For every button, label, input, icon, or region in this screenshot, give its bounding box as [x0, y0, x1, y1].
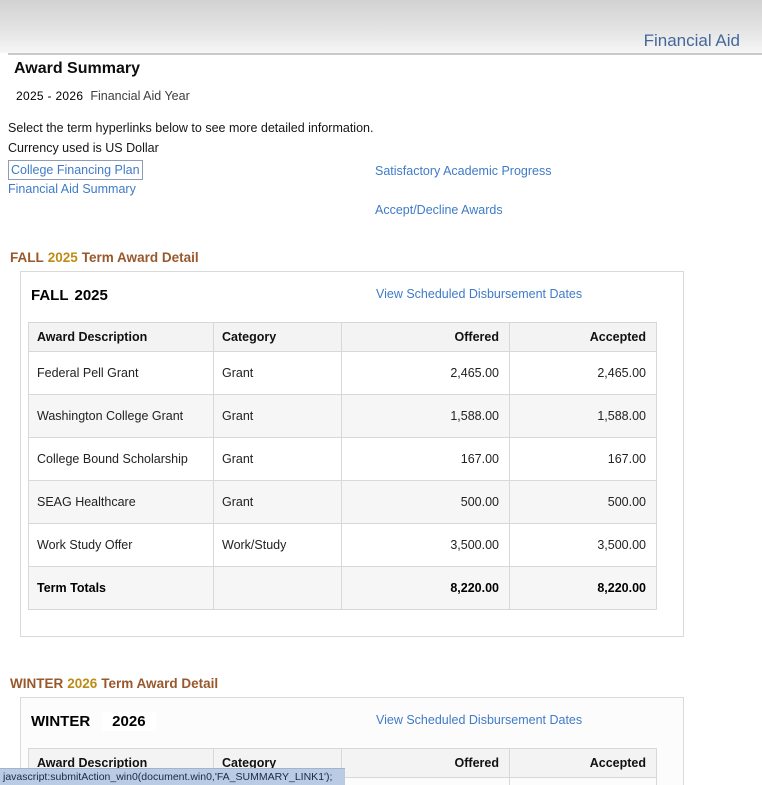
fall-panel-term: FALL	[31, 287, 69, 304]
col-award-description: Award Description	[29, 323, 214, 352]
offered-cell: 500.00	[342, 481, 510, 524]
offered-cell: 3,500.00	[342, 524, 510, 567]
aid-year-value: 2025 - 2026	[16, 89, 83, 103]
col-offered: Offered	[342, 749, 510, 778]
term-totals-row: Term Totals 8,220.00 8,220.00	[29, 567, 657, 610]
accepted-cell: 2,465.00	[510, 352, 657, 395]
col-offered: Offered	[342, 323, 510, 352]
offered-cell: 2,465.00	[342, 352, 510, 395]
category-cell: Grant	[214, 438, 342, 481]
winter-section-heading: WINTER 2026 Term Award Detail	[10, 676, 218, 691]
offered-cell: 167.00	[342, 438, 510, 481]
accepted-cell: 500.00	[510, 481, 657, 524]
award-description-cell: Work Study Offer	[29, 524, 214, 567]
col-accepted: Accepted	[510, 749, 657, 778]
category-cell: Grant	[214, 352, 342, 395]
term-totals-accepted: 8,220.00	[510, 567, 657, 610]
fall-section-heading: FALL 2025 Term Award Detail	[10, 250, 199, 265]
app-title: Financial Aid	[644, 31, 740, 51]
fall-panel-title-row: FALL 2025 View Scheduled Disbursement Dat…	[21, 272, 683, 309]
fall-year-label: 2025	[48, 250, 78, 265]
term-totals-label: Term Totals	[29, 567, 214, 610]
accepted-cell: 167.00	[510, 438, 657, 481]
fall-panel-year: 2025	[75, 287, 108, 304]
category-cell: Grant	[214, 481, 342, 524]
term-totals-category	[214, 567, 342, 610]
winter-heading-suffix: Term Award Detail	[101, 676, 218, 691]
winter-year-label: 2026	[67, 676, 97, 691]
award-description-cell: College Bound Scholarship	[29, 438, 214, 481]
term-totals-offered: 8,220.00	[342, 567, 510, 610]
satisfactory-academic-progress-link[interactable]: Satisfactory Academic Progress	[375, 164, 551, 178]
award-summary-screen: Financial Aid Award Summary 2025 - 2026 F…	[0, 0, 762, 785]
college-financing-plan-link[interactable]: College Financing Plan	[11, 163, 140, 177]
fall-heading-suffix: Term Award Detail	[82, 250, 199, 265]
category-cell: Work/Study	[214, 524, 342, 567]
aid-year-line: 2025 - 2026 Financial Aid Year	[16, 89, 190, 103]
winter-panel-term: WINTER	[31, 713, 90, 730]
accepted-cell: 3,500.00	[510, 524, 657, 567]
left-links-group: College Financing Plan Financial Aid Sum…	[8, 160, 143, 198]
table-row: College Bound Scholarship Grant 167.00 1…	[29, 438, 657, 481]
col-category: Category	[214, 323, 342, 352]
table-row: Washington College Grant Grant 1,588.00 …	[29, 395, 657, 438]
award-description-cell: SEAG Healthcare	[29, 481, 214, 524]
accept-decline-awards-link[interactable]: Accept/Decline Awards	[375, 203, 503, 217]
offered-cell: 1,588.00	[342, 395, 510, 438]
winter-panel-year: 2026	[102, 712, 155, 731]
fall-term-panel: FALL 2025 View Scheduled Disbursement Dat…	[20, 271, 684, 637]
header-divider	[8, 53, 762, 55]
offered-cell	[342, 778, 510, 785]
award-description-cell: Washington College Grant	[29, 395, 214, 438]
fall-awards-table: Award Description Category Offered Accep…	[28, 322, 657, 610]
table-row: Federal Pell Grant Grant 2,465.00 2,465.…	[29, 352, 657, 395]
fall-view-disbursement-dates-link[interactable]: View Scheduled Disbursement Dates	[376, 287, 582, 301]
winter-view-disbursement-dates-link[interactable]: View Scheduled Disbursement Dates	[376, 713, 582, 727]
table-row: SEAG Healthcare Grant 500.00 500.00	[29, 481, 657, 524]
winter-panel-title: WINTER 2026	[31, 713, 156, 730]
instruction-text: Select the term hyperlinks below to see …	[8, 121, 373, 135]
accepted-cell	[510, 778, 657, 785]
winter-panel-title-row: WINTER 2026 View Scheduled Disbursement D…	[21, 698, 683, 735]
browser-status-tooltip: javascript:submitAction_win0(document.wi…	[0, 768, 345, 785]
fall-table-header-row: Award Description Category Offered Accep…	[29, 323, 657, 352]
aid-year-label: Financial Aid Year	[90, 89, 189, 103]
table-row: Work Study Offer Work/Study 3,500.00 3,5…	[29, 524, 657, 567]
fall-term-label: FALL	[10, 250, 44, 265]
col-accepted: Accepted	[510, 323, 657, 352]
winter-term-label: WINTER	[10, 676, 63, 691]
category-cell: Grant	[214, 395, 342, 438]
award-description-cell: Federal Pell Grant	[29, 352, 214, 395]
financial-aid-summary-link[interactable]: Financial Aid Summary	[8, 182, 136, 196]
accepted-cell: 1,588.00	[510, 395, 657, 438]
page-title: Award Summary	[14, 60, 140, 78]
currency-note: Currency used is US Dollar	[8, 141, 159, 155]
fall-panel-title: FALL 2025	[31, 287, 108, 304]
